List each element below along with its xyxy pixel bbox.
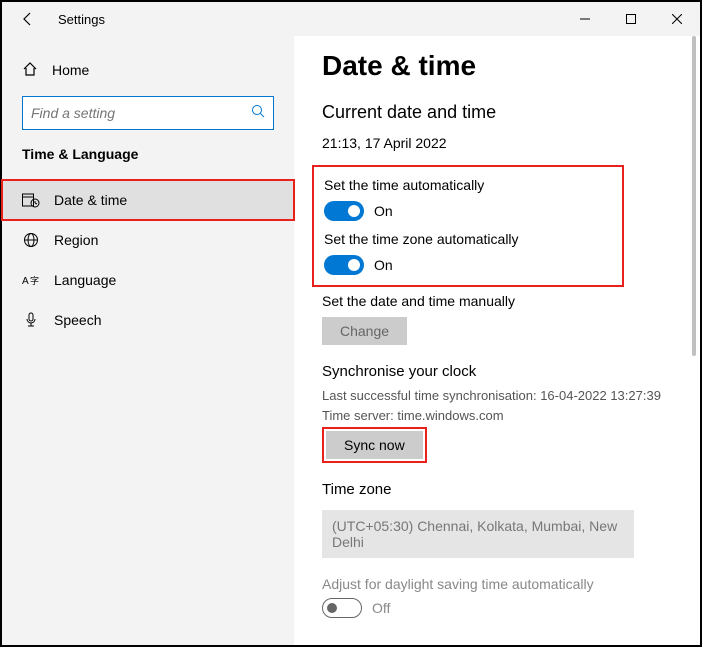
main-panel: Date & time Current date and time 21:13,… (294, 36, 700, 645)
search-input-wrap[interactable] (22, 96, 274, 130)
auto-time-label: Set the time automatically (324, 177, 612, 193)
sidebar-category: Time & Language (2, 146, 294, 172)
search-icon (251, 104, 265, 123)
sync-last: Last successful time synchronisation: 16… (322, 386, 670, 406)
change-button: Change (322, 317, 407, 345)
minimize-button[interactable] (562, 2, 608, 36)
svg-text:A: A (22, 276, 29, 287)
back-button[interactable] (16, 7, 40, 31)
svg-text:字: 字 (30, 275, 39, 286)
microphone-icon (22, 312, 40, 328)
timezone-select: (UTC+05:30) Chennai, Kolkata, Mumbai, Ne… (322, 510, 634, 558)
titlebar: Settings (2, 2, 700, 36)
sync-now-button[interactable]: Sync now (326, 431, 423, 459)
sidebar-item-label: Speech (54, 312, 101, 328)
sidebar-item-date-time[interactable]: Date & time (2, 180, 294, 220)
dst-label: Adjust for daylight saving time automati… (322, 576, 670, 592)
dst-toggle (322, 598, 362, 618)
auto-tz-toggle[interactable] (324, 255, 364, 275)
sidebar-item-region[interactable]: Region (2, 220, 294, 260)
language-icon: A字 (22, 273, 40, 287)
auto-tz-label: Set the time zone automatically (324, 231, 612, 247)
sync-highlight: Sync now (322, 427, 427, 463)
timezone-heading: Time zone (322, 481, 670, 498)
sidebar-item-label: Language (54, 272, 116, 288)
sidebar-item-language[interactable]: A字 Language (2, 260, 294, 300)
auto-tz-state: On (374, 257, 393, 273)
sidebar-item-label: Region (54, 232, 98, 248)
search-input[interactable] (31, 105, 251, 121)
window-title: Settings (58, 12, 105, 27)
sidebar-item-label: Date & time (54, 192, 127, 208)
globe-icon (22, 232, 40, 248)
sidebar: Home Time & Language Date & time (2, 36, 294, 645)
current-datetime-value: 21:13, 17 April 2022 (322, 135, 670, 151)
auto-time-state: On (374, 203, 393, 219)
page-title: Date & time (322, 50, 670, 82)
dst-state: Off (372, 600, 390, 616)
sidebar-item-speech[interactable]: Speech (2, 300, 294, 340)
auto-settings-highlight: Set the time automatically On Set the ti… (312, 165, 624, 287)
home-icon (22, 61, 38, 80)
sidebar-home-label: Home (52, 62, 89, 78)
manual-label: Set the date and time manually (322, 293, 670, 309)
auto-time-toggle[interactable] (324, 201, 364, 221)
sidebar-home[interactable]: Home (2, 50, 294, 90)
close-button[interactable] (654, 2, 700, 36)
calendar-clock-icon (22, 192, 40, 208)
sync-server: Time server: time.windows.com (322, 406, 670, 426)
scrollbar[interactable] (692, 36, 696, 356)
sync-heading: Synchronise your clock (322, 363, 670, 380)
current-datetime-heading: Current date and time (322, 102, 670, 123)
maximize-button[interactable] (608, 2, 654, 36)
